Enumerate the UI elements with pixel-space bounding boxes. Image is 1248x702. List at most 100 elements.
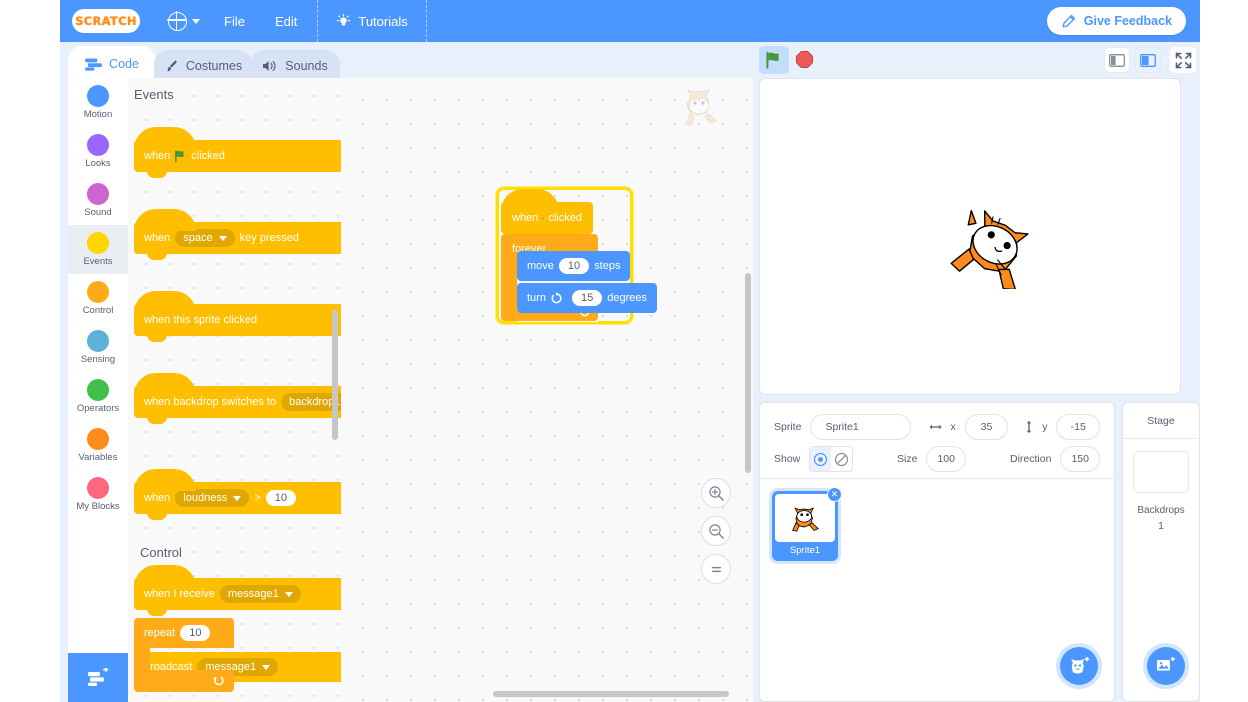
palette-block-when-flag-clicked[interactable]: when clicked — [134, 127, 341, 178]
palette-block-when-i-receive[interactable]: when I receive message1 — [134, 565, 341, 616]
delete-sprite-button[interactable]: ✕ — [827, 487, 842, 502]
category-motion[interactable]: Motion — [68, 78, 128, 127]
paintbrush-icon — [167, 59, 177, 72]
green-flag-button[interactable] — [759, 46, 789, 74]
zoom-in-button[interactable] — [701, 478, 731, 508]
move-steps-input[interactable]: 10 — [558, 258, 590, 274]
repeat-count-input[interactable]: 10 — [180, 625, 211, 641]
menu-tutorials[interactable]: Tutorials — [326, 10, 417, 33]
category-color-dot — [87, 330, 109, 352]
sprite-thumbnail — [775, 494, 835, 542]
palette-block-repeat[interactable]: repeat 10 — [134, 618, 234, 692]
block-palette[interactable]: Events when clicked when space key press… — [128, 78, 341, 702]
block-label-degrees: degrees — [607, 292, 647, 304]
category-variables[interactable]: Variables — [68, 421, 128, 470]
tab-code-label: Code — [109, 57, 139, 71]
direction-input[interactable]: 150 — [1060, 446, 1100, 472]
sensor-dropdown[interactable]: loudness — [175, 489, 250, 507]
stage-selector-panel: Stage Backdrops 1 — [1122, 402, 1200, 702]
category-label: Looks — [85, 158, 111, 169]
add-sprite-button[interactable] — [1060, 647, 1098, 685]
give-feedback-label: Give Feedback — [1083, 14, 1172, 28]
block-move-steps[interactable]: move 10 steps — [517, 251, 631, 286]
green-flag-icon — [766, 51, 779, 69]
palette-block-when-key-pressed[interactable]: when space key pressed — [134, 209, 341, 260]
category-label: Events — [83, 256, 113, 267]
category-sensing[interactable]: Sensing — [68, 323, 128, 372]
palette-block-when-backdrop-switches[interactable]: when backdrop switches to backdrop1 — [134, 373, 341, 424]
palette-block-when-greater-than[interactable]: when loudness > 10 — [134, 469, 341, 520]
stage-thumbnail[interactable] — [1133, 451, 1189, 493]
give-feedback-button[interactable]: Give Feedback — [1046, 7, 1186, 35]
eye-icon — [814, 452, 828, 466]
tab-code[interactable]: Code — [68, 46, 156, 82]
menu-divider-2 — [425, 0, 427, 42]
language-selector[interactable] — [162, 8, 206, 35]
normal-stage-layout-button[interactable] — [1135, 47, 1161, 73]
zoom-out-button[interactable] — [701, 516, 731, 546]
block-label: when this sprite clicked — [144, 314, 258, 326]
add-extension-button[interactable] — [68, 653, 128, 702]
category-events[interactable]: Events — [68, 225, 128, 274]
globe-icon — [167, 10, 187, 31]
block-label-clicked: clicked — [548, 212, 582, 224]
workspace-vertical-scrollbar[interactable] — [745, 273, 751, 473]
category-control[interactable]: Control — [68, 274, 128, 323]
palette-block-when-sprite-clicked[interactable]: when this sprite clicked — [134, 291, 341, 342]
category-label: My Blocks — [76, 501, 120, 512]
category-label: Sensing — [80, 354, 116, 365]
editor-body: Motion Looks Sound Events Control Sensin… — [60, 46, 1200, 702]
x-input[interactable]: 35 — [964, 414, 1009, 440]
show-toggle[interactable] — [809, 446, 853, 472]
menu-file[interactable]: File — [212, 9, 257, 34]
category-label: Operators — [76, 403, 120, 414]
workspace-horizontal-scrollbar[interactable] — [493, 691, 729, 697]
size-input[interactable]: 100 — [926, 446, 966, 472]
block-when-flag-clicked[interactable]: when clicked — [501, 189, 593, 234]
add-sprite-icon — [1070, 656, 1089, 674]
stop-button[interactable] — [795, 50, 814, 74]
menu-tutorials-label: Tutorials — [358, 13, 408, 29]
palette-section-events: Events — [134, 87, 174, 102]
turn-degrees-input[interactable]: 15 — [571, 290, 603, 306]
menu-divider-1 — [317, 0, 319, 42]
chevron-down-icon — [192, 18, 200, 24]
stage-and-sprite-area: Sprite Sprite1 x 35 y -15 Show Size 100 … — [759, 42, 1200, 702]
zoom-in-icon — [708, 485, 724, 501]
category-looks[interactable]: Looks — [68, 127, 128, 176]
message-dropdown[interactable]: message1 — [219, 585, 301, 603]
add-backdrop-button[interactable] — [1147, 647, 1185, 685]
show-visible-button[interactable] — [810, 447, 832, 471]
block-category-list: Motion Looks Sound Events Control Sensin… — [68, 78, 128, 702]
normal-stage-layout-icon — [1140, 53, 1156, 67]
stop-icon — [795, 50, 814, 69]
loop-arrow-icon — [213, 676, 224, 686]
fullscreen-button[interactable] — [1170, 47, 1196, 73]
speaker-icon — [263, 61, 276, 71]
chevron-down-icon — [284, 591, 293, 597]
block-label-when: when — [144, 150, 171, 162]
small-stage-layout-button[interactable] — [1104, 47, 1130, 73]
category-operators[interactable]: Operators — [68, 372, 128, 421]
show-hidden-button[interactable] — [831, 447, 852, 471]
block-label-key-pressed: key pressed — [239, 232, 299, 244]
zoom-reset-button[interactable] — [701, 554, 731, 584]
code-workspace[interactable]: when clicked forever move 10 steps turn … — [341, 78, 753, 702]
menu-edit[interactable]: Edit — [263, 9, 309, 34]
sprite-item-sprite1[interactable]: ✕ Sprite1 — [772, 487, 842, 561]
vertical-arrow-icon — [1026, 421, 1032, 433]
key-dropdown[interactable]: space — [175, 229, 235, 247]
y-input[interactable]: -15 — [1056, 414, 1100, 440]
category-color-dot — [87, 281, 109, 303]
block-turn-degrees[interactable]: turn 15 degrees — [517, 283, 657, 318]
category-sound[interactable]: Sound — [68, 176, 128, 225]
sprite-panel: Sprite Sprite1 x 35 y -15 Show Size 100 … — [759, 402, 1115, 702]
stage-controls — [759, 42, 1200, 78]
threshold-input[interactable]: 10 — [265, 490, 297, 506]
stage[interactable] — [759, 78, 1181, 395]
sprite-name-input[interactable]: Sprite1 — [810, 414, 912, 440]
scratch-editor: SCRATCH File Edit Tutorials Give Feedbac… — [60, 0, 1200, 702]
scratch-logo[interactable]: SCRATCH — [72, 9, 140, 33]
palette-scrollbar[interactable] — [332, 310, 338, 440]
category-my-blocks[interactable]: My Blocks — [68, 470, 128, 519]
